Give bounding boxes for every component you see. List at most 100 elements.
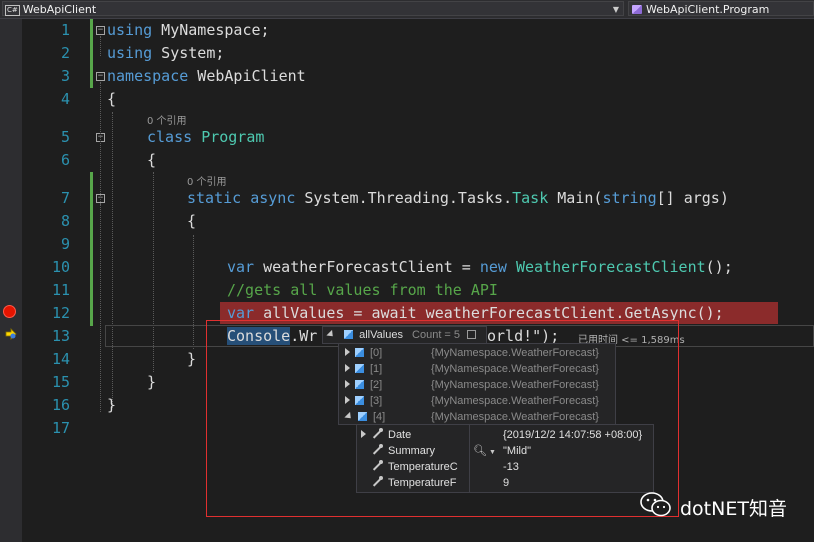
line-number: 12	[51, 304, 70, 322]
line-number: 16	[51, 396, 70, 414]
project-dropdown[interactable]: C# WebApiClient ▼	[2, 1, 624, 16]
indicator-margin[interactable]	[0, 19, 22, 542]
keyword: new	[479, 258, 507, 276]
property-name: TemperatureF	[388, 477, 457, 489]
identifier: ();	[705, 258, 733, 276]
line-number: 8	[60, 212, 70, 230]
item-value: {MyNamespace.WeatherForecast}	[431, 347, 599, 359]
outline-line	[100, 36, 101, 56]
expand-arrow-icon[interactable]	[326, 329, 336, 340]
change-indicator	[90, 172, 93, 326]
line-number: 15	[51, 373, 70, 391]
expand-arrow-icon[interactable]	[345, 364, 350, 372]
property-name: Summary	[388, 445, 436, 457]
identifier: System.Threading.Tasks.	[295, 189, 513, 207]
code-line-6: {	[147, 151, 157, 169]
datatip-item[interactable]: [4] {MyNamespace.WeatherForecast}	[344, 409, 599, 425]
collapse-icon[interactable]: −	[96, 26, 105, 35]
identifier: [] args)	[656, 189, 729, 207]
identifier: WebApiClient	[188, 67, 306, 85]
collapse-icon[interactable]: −	[96, 72, 105, 81]
keyword: static	[187, 189, 242, 207]
codelens-references[interactable]: 0 个引用	[147, 112, 187, 127]
item-value: {MyNamespace.WeatherForecast}	[431, 395, 599, 407]
item-value: {MyNamespace.WeatherForecast}	[431, 363, 599, 375]
line-number: 3	[60, 67, 70, 85]
type-dropdown[interactable]: WebApiClient.Program	[628, 1, 814, 16]
code-line-2: using System;	[107, 42, 224, 65]
code-line-16: }	[107, 396, 117, 414]
line-number: 5	[60, 128, 70, 146]
property-icon	[371, 444, 383, 456]
code-line-1: using MyNamespace;	[107, 19, 270, 42]
code-line-5: class Program	[147, 126, 264, 149]
current-statement-arrow-icon	[5, 328, 17, 340]
type-label: WebApiClient.Program	[646, 3, 770, 16]
datatip-item[interactable]: [2] {MyNamespace.WeatherForecast}	[345, 377, 599, 393]
expand-arrow-icon[interactable]	[345, 380, 350, 388]
property-row[interactable]: Summary	[361, 443, 435, 459]
property-name: Date	[388, 429, 412, 441]
expand-arrow-icon[interactable]	[361, 430, 366, 438]
identifier: weatherForecastClient =	[254, 258, 480, 276]
line-number: 14	[51, 350, 70, 368]
datatip-item[interactable]: [3] {MyNamespace.WeatherForecast}	[345, 393, 599, 409]
code-line-10: var weatherForecastClient = new WeatherF…	[227, 256, 733, 279]
property-value: "Mild"	[503, 445, 531, 457]
line-number: 17	[51, 419, 70, 437]
item-index: [4]	[373, 411, 386, 423]
line-number: 6	[60, 151, 70, 169]
item-index: [2]	[370, 379, 383, 391]
line-number: 9	[60, 235, 70, 253]
line-number: 13	[51, 327, 70, 345]
breakpoint-icon[interactable]	[3, 305, 16, 318]
property-value: -13	[503, 461, 519, 473]
object-icon	[355, 364, 364, 373]
expand-arrow-icon[interactable]	[345, 396, 350, 404]
code-line-14: }	[187, 350, 197, 368]
datatip-count: Count = 5	[412, 329, 461, 341]
datatip-item[interactable]: [1] {MyNamespace.WeatherForecast}	[345, 361, 599, 377]
navigation-bar: C# WebApiClient ▼ WebApiClient.Program	[0, 0, 814, 19]
identifier: System;	[152, 44, 225, 62]
item-index: [1]	[370, 363, 383, 375]
column-divider	[469, 425, 470, 492]
indent-guide	[112, 112, 113, 408]
keyword: using	[107, 21, 153, 39]
property-value: {2019/12/2 14:07:58 +08:00}	[503, 429, 643, 441]
item-value: {MyNamespace.WeatherForecast}	[431, 411, 599, 423]
object-icon	[355, 396, 364, 405]
collapse-arrow-icon[interactable]	[344, 411, 354, 422]
expand-arrow-icon[interactable]	[345, 348, 350, 356]
identifier: MyNamespace;	[152, 21, 270, 39]
pin-icon[interactable]	[467, 330, 477, 339]
codelens-references[interactable]: 0 个引用	[187, 173, 227, 188]
type-name: Task	[512, 189, 549, 207]
datatip-item[interactable]: [0] {MyNamespace.WeatherForecast}	[345, 345, 599, 361]
line-number: 10	[51, 258, 70, 276]
line-number: 1	[60, 21, 70, 39]
project-label: WebApiClient	[22, 3, 97, 16]
visualizer-search-icon[interactable]: 🔍︎ ▼	[473, 443, 496, 459]
code-line-8: {	[187, 212, 197, 230]
property-row[interactable]: TemperatureC	[361, 459, 458, 475]
line-number: 7	[60, 189, 70, 207]
code-line-15: }	[147, 373, 157, 391]
keyword: namespace	[107, 67, 189, 85]
datatip-items: [0] {MyNamespace.WeatherForecast} [1] {MyN…	[338, 343, 616, 425]
chevron-down-icon: ▼	[612, 5, 619, 14]
code-line-3: namespace WebApiClient	[107, 65, 306, 88]
object-icon	[355, 348, 364, 357]
item-index: [0]	[370, 347, 383, 359]
keyword: var	[227, 258, 255, 276]
code-line-11-comment: //gets all values from the API	[227, 281, 498, 299]
object-icon	[355, 380, 364, 389]
datatip-header[interactable]: allValues Count = 5	[322, 326, 487, 344]
property-row[interactable]: Date	[361, 427, 411, 443]
item-index: [3]	[370, 395, 383, 407]
property-row[interactable]: TemperatureF	[361, 475, 456, 491]
code-line-4: {	[107, 90, 117, 108]
property-name: TemperatureC	[388, 461, 458, 473]
code-line-7: static async System.Threading.Tasks.Task…	[187, 187, 729, 210]
line-number: 11	[51, 281, 70, 299]
